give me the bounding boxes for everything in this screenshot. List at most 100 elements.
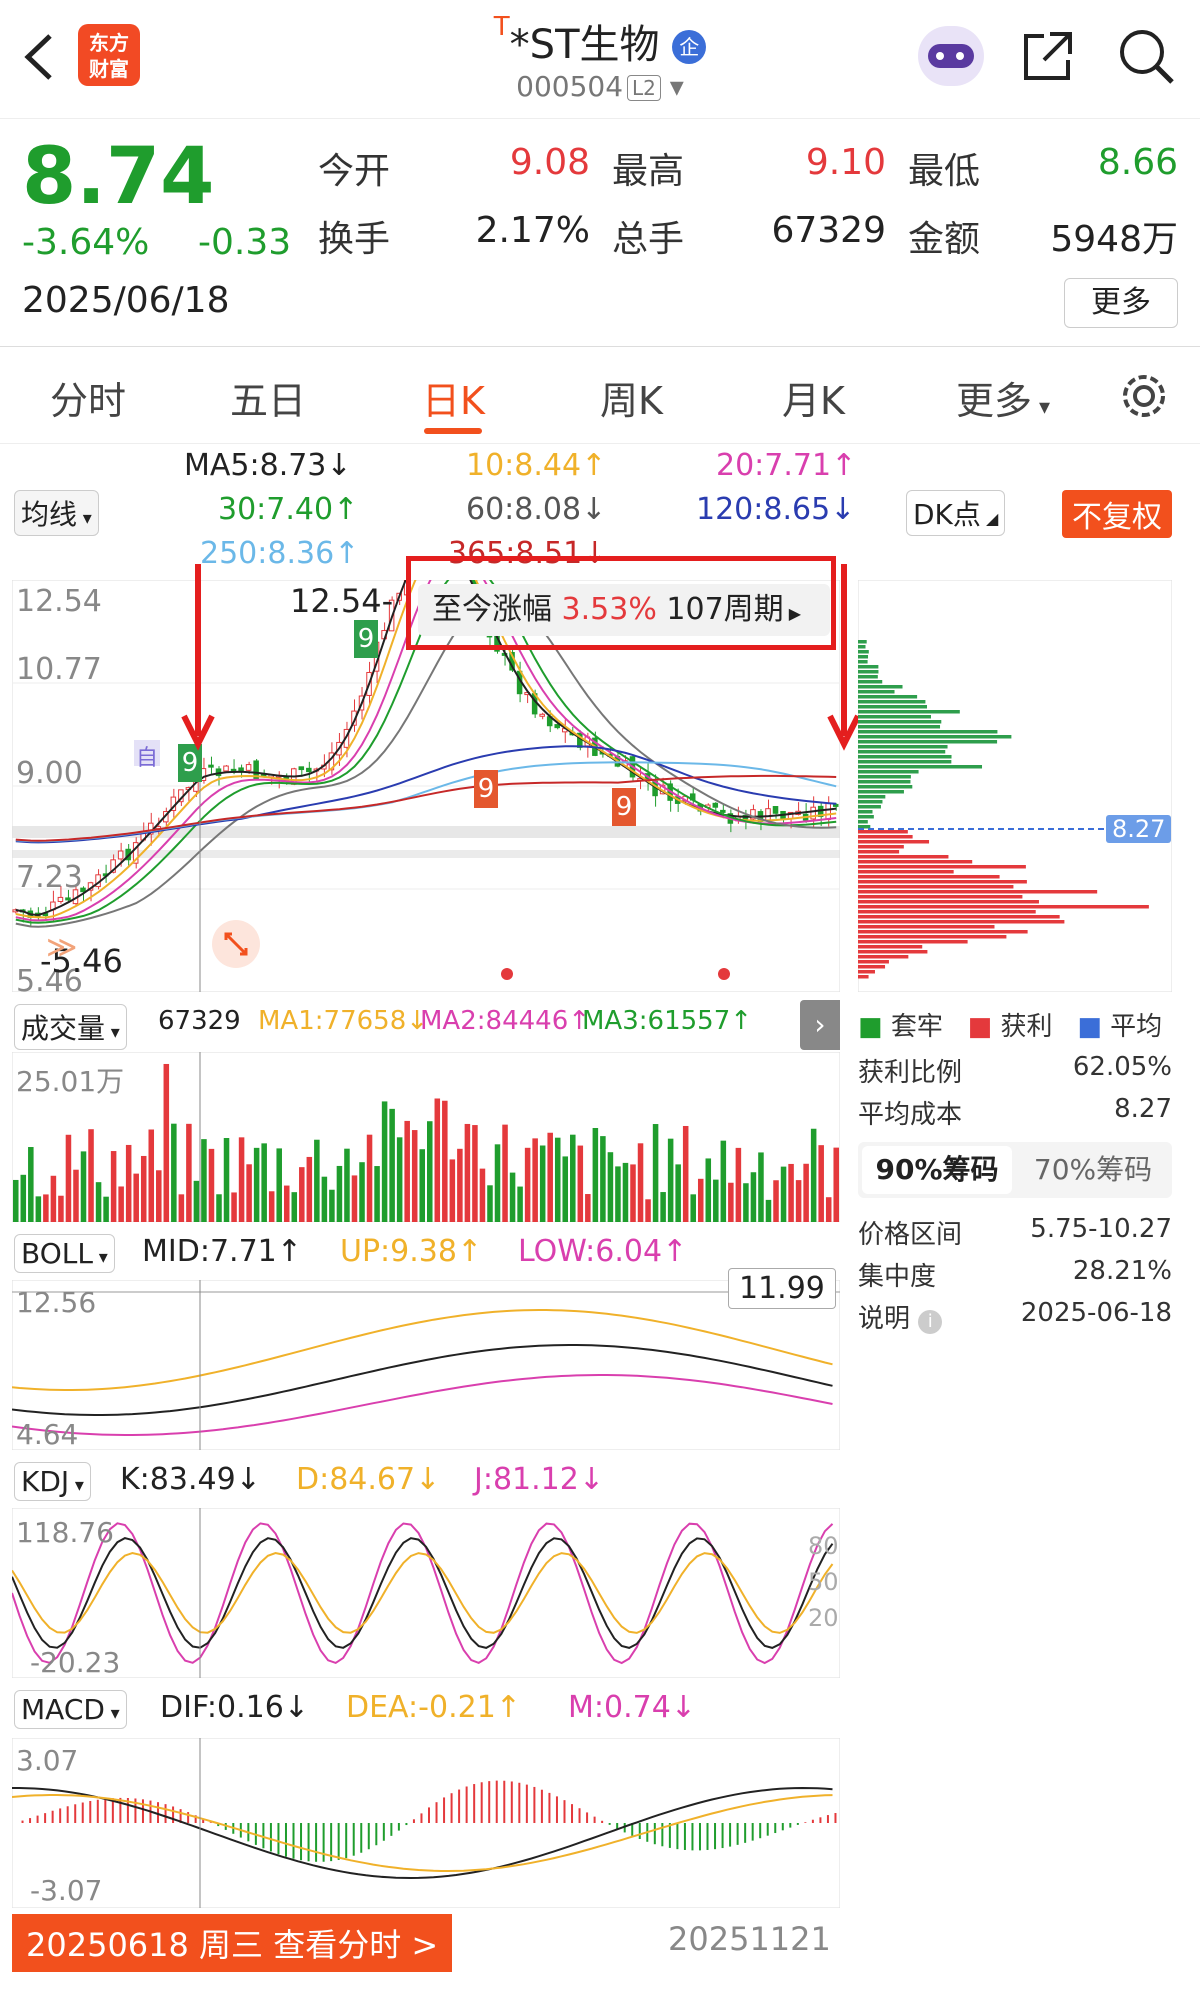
range-tooltip[interactable]: 至今涨幅 3.53% 107周期 ▶ [418,584,830,636]
volume-bar [795,1180,802,1222]
more-quote-button[interactable]: 更多 [1064,278,1178,328]
tab-intraday[interactable]: 分时 [50,370,126,425]
tab-five-day[interactable]: 五日 [230,370,306,425]
settings-gear-icon[interactable] [1118,370,1170,422]
volume-selector[interactable]: 成交量 ▾ [14,1004,127,1050]
expand-panel-button[interactable]: › [800,1000,840,1050]
chip-bar [858,895,1023,899]
view-intraday-button[interactable]: 20250618 周三 查看分时 > [12,1914,453,1972]
volume-bar [223,1138,230,1222]
volume-bar [607,1152,614,1222]
chip-bar [858,820,868,824]
macd-bar [420,1813,423,1823]
boll-selector[interactable]: BOLL ▾ [14,1234,115,1273]
kdj-level-80: 80 [808,1532,839,1560]
concentration-value: 28.21% [1072,1256,1172,1286]
macd-bar [714,1823,717,1850]
volume-bar [389,1108,395,1222]
volume-bar [539,1145,546,1222]
open-label: 今开 [318,151,391,192]
chip-bar [858,865,1026,869]
tab-daily-k[interactable]: 日K [422,370,485,425]
macd-bar [774,1823,777,1834]
ma5-value: MA5:8.73↓ [184,448,352,483]
boll-ymin: 4.64 [16,1418,79,1451]
tab-chip-70[interactable]: 70%筹码 [1018,1146,1168,1194]
volume-bar [95,1182,102,1222]
macd-selector[interactable]: MACD ▾ [14,1690,127,1729]
tab-more[interactable]: 更多 ▾ [956,370,1050,425]
expand-icon[interactable] [212,920,260,968]
robot-assistant-icon[interactable] [918,26,984,86]
enterprise-badge: 企 [672,30,707,64]
macd-bar [729,1823,732,1847]
chip-bar [858,965,886,969]
volume-chart [12,1052,840,1222]
macd-bar [540,1789,543,1823]
chip-bar [858,940,968,944]
macd-bar [292,1823,295,1859]
volume-bar [238,1137,245,1222]
candle [306,767,312,773]
tab-monthly-k[interactable]: 月K [782,370,845,425]
volume-bar [585,1194,591,1222]
divider [0,346,1200,347]
macd-bar [352,1823,355,1856]
chip-bar [858,850,900,854]
ma20-value: 20:7.71↑ [716,448,857,483]
volume-bar [758,1152,764,1222]
tab-weekly-k[interactable]: 周K [600,370,663,425]
tab-chip-90[interactable]: 90%筹码 [862,1146,1012,1194]
macd-bar [638,1823,641,1839]
candle [772,806,779,814]
volume-bar [246,1164,252,1222]
chip-bar [858,745,948,749]
current-price: 8.74 [22,132,215,222]
chip-bar [858,925,995,929]
high-value: 9.10 [805,142,886,183]
volume-bar [765,1199,772,1222]
scroll-left-icon[interactable]: ≫ [46,930,77,965]
volume-ma3: MA3:61557↑ [582,1006,753,1036]
chip-bar [858,645,866,649]
profit-ratio-value: 62.05% [1072,1052,1172,1082]
kdj-selector[interactable]: KDJ ▾ [14,1462,91,1501]
macd-bar [510,1781,513,1823]
no-adjust-button[interactable]: 不复权 [1062,490,1172,538]
volume-bar [216,1194,222,1222]
dk-point-button[interactable]: DK点 ◢ [906,490,1006,536]
volume-bar [592,1127,599,1222]
macd-bar [262,1823,265,1849]
volume-bar [697,1178,704,1222]
amount-value: 5948万 [1050,219,1178,260]
volume-bar [73,1169,79,1222]
search-icon[interactable] [1116,26,1176,86]
macd-bar [480,1782,483,1823]
macd-bar [450,1793,453,1823]
high-label: 最高 [612,151,685,192]
volume-bar [35,1196,42,1222]
note-label: 说明 i [858,1298,943,1335]
macd-bar [307,1823,310,1862]
kdj-ymin: -20.23 [30,1646,121,1679]
volume-bar [103,1196,109,1222]
macd-bar [601,1820,604,1823]
macd-bar [96,1799,99,1823]
macd-bar [29,1818,32,1823]
volume-bar [713,1179,719,1222]
boll-up: UP:9.38↑ [340,1234,483,1269]
event-dot [718,968,730,980]
turnover-label: 换手 [318,219,391,260]
macd-bar [616,1823,619,1829]
volume-bar [156,1170,162,1222]
ma-selector[interactable]: 均线 ▾ [14,490,99,536]
chip-distribution-chart [858,580,1172,992]
volume-bar [667,1138,674,1222]
macd-bar [834,1813,837,1823]
chip-bar [858,815,874,819]
volume-bar [65,1134,72,1222]
volume-bar [359,1162,365,1222]
macd-bar [473,1784,476,1823]
low-value: 8.66 [1097,142,1178,183]
share-icon[interactable] [1020,28,1076,84]
